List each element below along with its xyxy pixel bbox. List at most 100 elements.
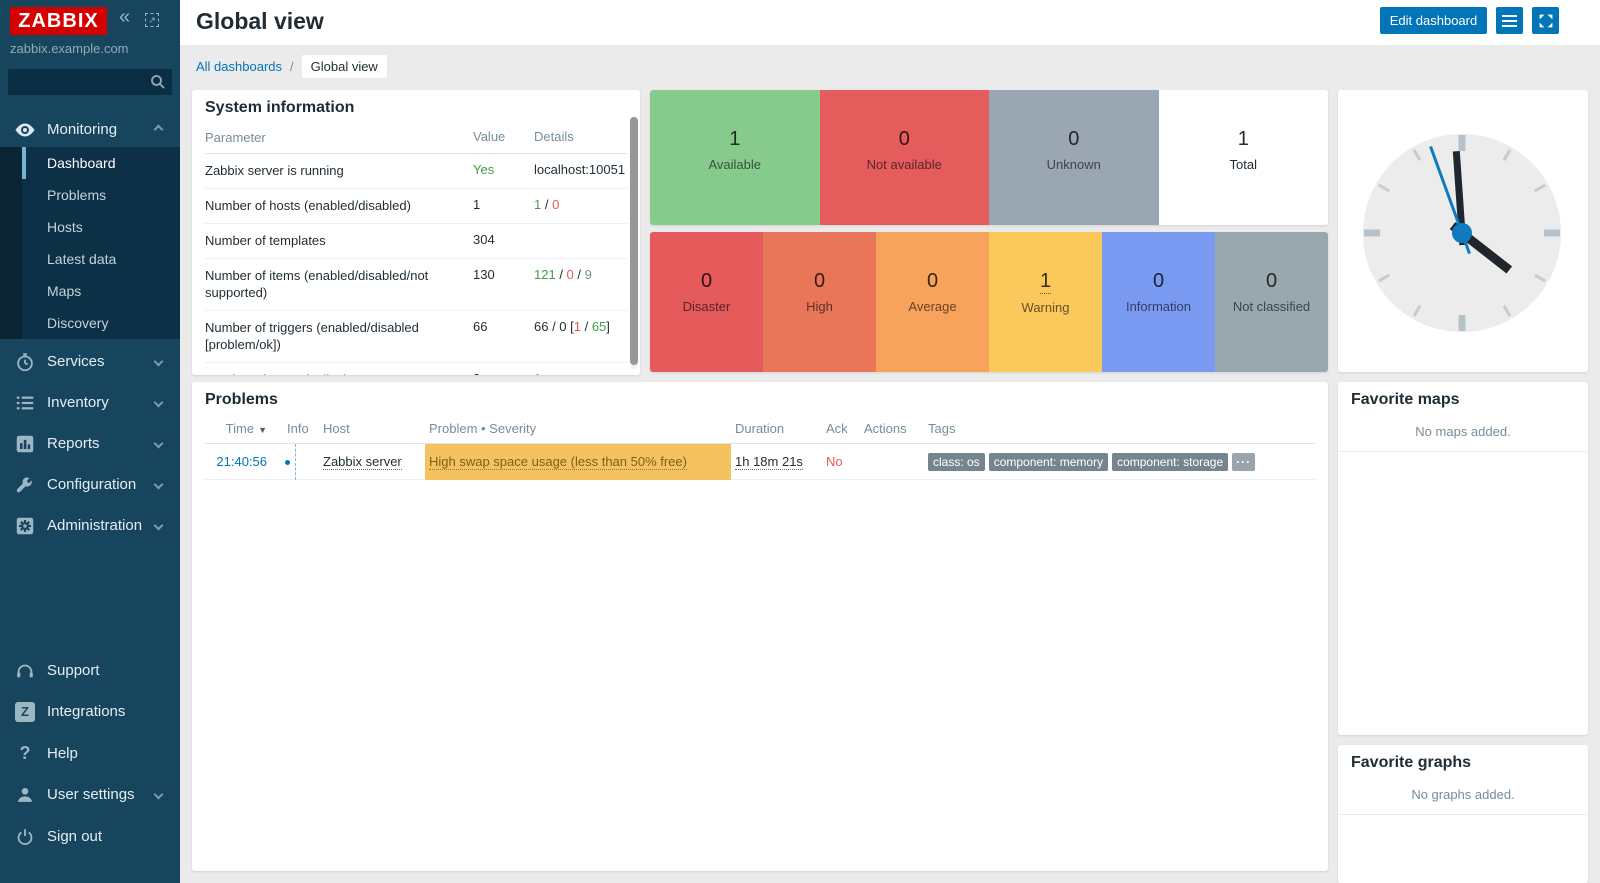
problem-row: 21:40:56 Zabbix server High swap space usa… <box>205 444 1315 480</box>
dashboard-menu-button[interactable] <box>1496 7 1523 34</box>
timeline-separator <box>295 444 296 480</box>
sidebar-item-label: Help <box>47 745 180 762</box>
block-count: 0 <box>1068 128 1079 151</box>
fullscreen-icon[interactable] <box>1532 7 1559 34</box>
z-box-icon: Z <box>13 700 37 724</box>
host-availability-widget: 1Available0Not available0Unknown1Total <box>650 90 1328 225</box>
widget-title: System information <box>192 90 640 123</box>
problems-by-severity-widget: 0Disaster0High0Average1Warning0Informati… <box>650 232 1328 372</box>
sidebar-item-label: Configuration <box>47 476 155 493</box>
sidebar-item-dashboard[interactable]: Dashboard <box>22 147 180 179</box>
details-segment: / <box>541 197 552 212</box>
sidebar-item-latest-data[interactable]: Latest data <box>22 243 180 275</box>
problem-link[interactable]: High swap space usage (less than 50% fre… <box>429 454 687 470</box>
sidebar-item-configuration[interactable]: Configuration <box>0 464 180 505</box>
tags-cell: class: oscomponent: memorycomponent: sto… <box>923 453 1315 471</box>
stopwatch-icon <box>13 350 37 374</box>
column-problem-severity: Problem • Severity <box>425 421 731 436</box>
parameter-cell: Number of hosts (enabled/disabled) <box>205 197 473 214</box>
details-segment: 1 <box>574 319 581 334</box>
widget-title: Favorite graphs <box>1338 745 1588 778</box>
sidebar: ZABBIX « ↗ zabbix.example.com Monitoring <box>0 0 180 883</box>
severity-block-warning: 1Warning <box>989 232 1102 372</box>
details-segment: / <box>556 267 567 282</box>
sidebar-item-support[interactable]: Support <box>0 650 180 691</box>
search-input[interactable] <box>14 69 144 95</box>
block-count: 0 <box>1153 270 1164 293</box>
breadcrumb: All dashboards / Global view <box>196 55 387 78</box>
severity-block-not-classified: 0Not classified <box>1215 232 1328 372</box>
sidebar-item-label: Support <box>47 662 180 679</box>
block-label: Available <box>708 157 761 172</box>
sidebar-item-services[interactable]: Services <box>0 341 180 382</box>
favorite-maps-widget: Favorite maps No maps added. <box>1338 382 1588 735</box>
block-count: 0 <box>701 270 712 293</box>
availability-block-unknown: 0Unknown <box>989 90 1159 225</box>
sidebar-item-sign-out[interactable]: Sign out <box>0 816 180 857</box>
sidebar-item-user-settings[interactable]: User settings <box>0 774 180 815</box>
sidebar-item-label: Inventory <box>47 394 155 411</box>
tag-badge: component: memory <box>989 453 1108 471</box>
chevron-down-icon <box>154 521 164 531</box>
block-count: 0 <box>899 128 910 151</box>
column-tags: Tags <box>923 421 1315 436</box>
table-row: Number of hosts (enabled/disabled)11 / 0 <box>205 189 627 224</box>
ack-cell: No <box>821 454 861 469</box>
more-tags-button[interactable]: ··· <box>1232 453 1255 471</box>
availability-block-available: 1Available <box>650 90 820 225</box>
chevron-up-icon <box>154 125 164 135</box>
table-header: Parameter Value Details <box>205 123 627 154</box>
kiosk-mode-icon[interactable]: ↗ <box>145 13 159 27</box>
details-segment: ] <box>606 319 610 334</box>
sidebar-item-hosts[interactable]: Hosts <box>22 211 180 243</box>
zabbix-dashboard: ZABBIX « ↗ zabbix.example.com Monitoring <box>0 0 1600 883</box>
edit-dashboard-button[interactable]: Edit dashboard <box>1380 7 1487 34</box>
details-cell: 1 / 0 <box>534 197 627 212</box>
breadcrumb-current: Global view <box>302 55 387 78</box>
chevron-down-icon <box>154 439 164 449</box>
value-cell: 2 <box>473 371 534 375</box>
sidebar-item-reports[interactable]: Reports <box>0 423 180 464</box>
sidebar-item-problems[interactable]: Problems <box>22 179 180 211</box>
submenu-gutter <box>0 147 22 339</box>
favorite-graphs-widget: Favorite graphs No graphs added. <box>1338 745 1588 883</box>
sidebar-item-integrations[interactable]: Z Integrations <box>0 691 180 732</box>
collapse-sidebar-icon[interactable]: « <box>119 6 130 29</box>
tag-badge: class: os <box>928 453 985 471</box>
table-row: Zabbix server is runningYeslocalhost:100… <box>205 154 627 189</box>
breadcrumb-all-dashboards[interactable]: All dashboards <box>196 59 282 74</box>
page-header: Global view Edit dashboard <box>180 0 1600 45</box>
sidebar-item-administration[interactable]: Administration <box>0 505 180 546</box>
sidebar-item-monitoring[interactable]: Monitoring <box>0 109 180 150</box>
details-segment: / <box>574 267 585 282</box>
duration-link[interactable]: 1h 18m 21s <box>735 454 803 470</box>
parameter-cell: Number of templates <box>205 232 473 249</box>
time-link[interactable]: 21:40:56 <box>216 454 267 469</box>
sidebar-item-help[interactable]: ? Help <box>0 733 180 774</box>
details-segment: 66 / 0 [ <box>534 319 574 334</box>
block-count[interactable]: 1 <box>1040 270 1051 294</box>
table-row: Number of templates304 <box>205 224 627 259</box>
sidebar-item-label: Services <box>47 353 155 370</box>
timeline-dot <box>285 460 290 465</box>
host-cell: Zabbix server <box>313 454 425 469</box>
scrollbar-thumb[interactable] <box>630 117 638 365</box>
sort-desc-icon[interactable]: ▼ <box>258 425 267 435</box>
parameter-cell: Number of items (enabled/disabled/not su… <box>205 267 473 301</box>
sidebar-item-inventory[interactable]: Inventory <box>0 382 180 423</box>
sidebar-item-label: Reports <box>47 435 155 452</box>
sidebar-item-label: Monitoring <box>47 121 155 138</box>
table-row: Number of items (enabled/disabled/not su… <box>205 259 627 311</box>
problems-widget: Problems Time▼InfoHostProblem • Severity… <box>192 382 1328 871</box>
tag-badge: component: storage <box>1112 453 1228 471</box>
sidebar-item-discovery[interactable]: Discovery <box>22 307 180 339</box>
ack-link[interactable]: No <box>826 454 843 469</box>
block-label: Not classified <box>1233 299 1310 314</box>
zabbix-logo[interactable]: ZABBIX <box>10 7 107 35</box>
host-link[interactable]: Zabbix server <box>323 454 402 470</box>
sidebar-item-label: Integrations <box>47 703 180 720</box>
sidebar-item-maps[interactable]: Maps <box>22 275 180 307</box>
column-details: Details <box>534 129 627 146</box>
column-actions: Actions <box>861 421 923 436</box>
problems-table-header: Time▼InfoHostProblem • SeverityDurationA… <box>205 415 1315 444</box>
